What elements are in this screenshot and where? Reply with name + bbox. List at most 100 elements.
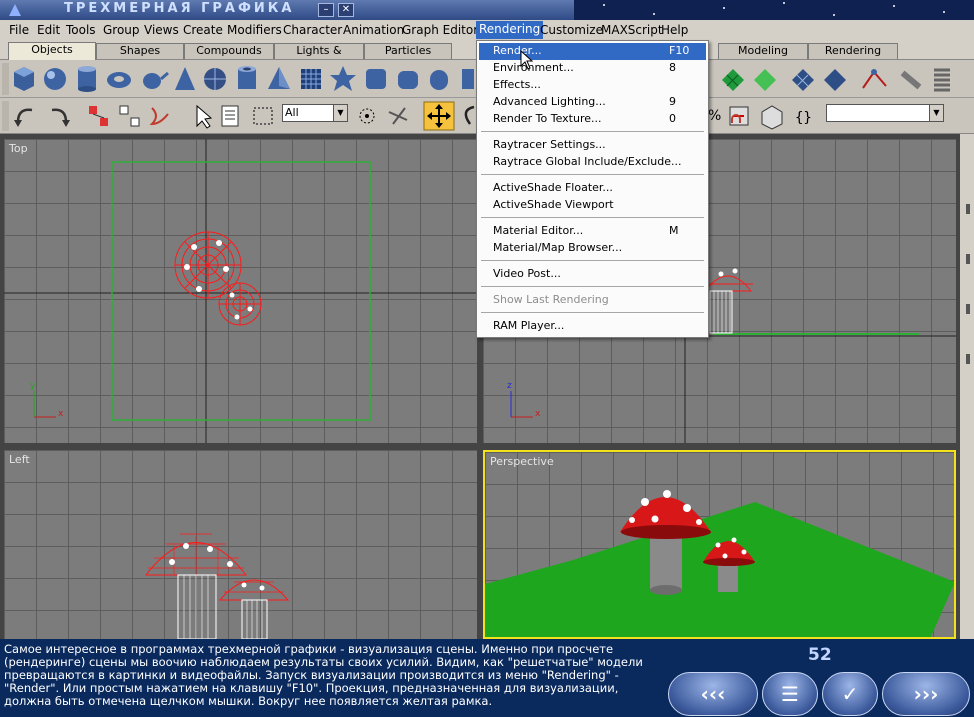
bind-space-warp-icon[interactable] bbox=[149, 107, 169, 126]
axis-z-label: z bbox=[507, 381, 512, 391]
menu-tools[interactable]: Tools bbox=[66, 23, 96, 37]
teapot-icon[interactable] bbox=[143, 71, 169, 89]
mushroom-wireframe-side[interactable] bbox=[144, 533, 290, 639]
pyramid-icon[interactable] bbox=[268, 67, 290, 89]
cone-icon[interactable] bbox=[175, 67, 195, 90]
select-and-link-icon[interactable] bbox=[388, 107, 408, 125]
select-icon[interactable] bbox=[196, 104, 213, 129]
menu-item-advanced-lighting[interactable]: Advanced Lighting... 9 bbox=[479, 94, 706, 111]
lattice-2-icon[interactable] bbox=[824, 69, 846, 91]
mushroom-wireframe-front[interactable] bbox=[703, 268, 753, 334]
axis-tripod bbox=[510, 391, 533, 418]
menu-edit[interactable]: Edit bbox=[37, 23, 60, 37]
torus-icon[interactable] bbox=[107, 72, 131, 88]
window-crossing-icon[interactable] bbox=[359, 108, 375, 124]
chamfer-cylinder-icon[interactable] bbox=[398, 71, 418, 89]
axis-x-label: x bbox=[58, 409, 64, 419]
select-by-name-icon[interactable] bbox=[221, 105, 239, 127]
bone-icon[interactable] bbox=[862, 69, 887, 89]
sphere-icon[interactable] bbox=[44, 68, 66, 90]
menu-item-environment[interactable]: Environment... 8 bbox=[479, 60, 706, 77]
menu-customize[interactable]: Customize bbox=[540, 23, 603, 37]
redo-icon[interactable] bbox=[51, 108, 70, 127]
menu-item-ram-player[interactable]: RAM Player... bbox=[479, 318, 706, 335]
menu-separator bbox=[481, 174, 704, 175]
geosphere-icon[interactable] bbox=[204, 68, 226, 90]
green-grid-icon[interactable] bbox=[722, 69, 744, 91]
viewport-perspective[interactable]: Perspective bbox=[483, 450, 956, 639]
selection-filter-dropdown[interactable]: All ▼ bbox=[282, 104, 348, 122]
menu-modifiers[interactable]: Modifiers bbox=[227, 23, 282, 37]
minimize-button[interactable]: – bbox=[318, 3, 334, 17]
lattice-icon[interactable] bbox=[792, 69, 814, 91]
menu-graph-editors[interactable]: Graph Editors bbox=[402, 23, 484, 37]
snap-percent-icon[interactable]: % bbox=[708, 108, 721, 124]
named-selection-dropdown[interactable]: ▼ bbox=[826, 104, 944, 122]
menu-item-render[interactable]: Render... F10 bbox=[479, 43, 706, 60]
tab-modeling[interactable]: Modeling bbox=[718, 43, 808, 59]
tab-rendering[interactable]: Rendering bbox=[808, 43, 898, 59]
tutorial-description: Самое интересное в программах трехмерной… bbox=[0, 639, 650, 717]
link-icon[interactable] bbox=[89, 106, 108, 126]
mouse-cursor-icon bbox=[520, 49, 534, 70]
unlink-icon[interactable] bbox=[119, 105, 140, 127]
menu-views[interactable]: Views bbox=[144, 23, 179, 37]
tab-lights-cameras[interactable]: Lights & Cameras bbox=[274, 43, 364, 71]
green-grid-2-icon[interactable] bbox=[754, 69, 776, 91]
mirror-braces-icon[interactable]: {} bbox=[795, 110, 812, 126]
menu-item-material-map-browser[interactable]: Material/Map Browser... bbox=[479, 240, 706, 257]
menu-separator bbox=[481, 217, 704, 218]
menu-item-raytrace-include-exclude[interactable]: Raytrace Global Include/Exclude... bbox=[479, 154, 706, 171]
wrench-icon[interactable] bbox=[900, 70, 922, 90]
rendering-dropdown-menu: Render... F10 Environment... 8 Effects... … bbox=[476, 40, 709, 338]
box-icon[interactable] bbox=[14, 67, 34, 91]
hedra-icon[interactable] bbox=[330, 66, 356, 91]
menu-item-material-editor[interactable]: Material Editor... M bbox=[479, 223, 706, 240]
prev-page-button[interactable]: ‹‹‹ bbox=[668, 672, 758, 716]
spindle-icon[interactable] bbox=[462, 69, 474, 89]
app-logo-icon bbox=[8, 3, 22, 17]
menu-item-activeshade-floater[interactable]: ActiveShade Floater... bbox=[479, 180, 706, 197]
edit-named-selection-icon[interactable] bbox=[761, 105, 783, 130]
menu-rendering[interactable]: Rendering bbox=[476, 21, 544, 39]
oil-tank-icon[interactable] bbox=[430, 70, 448, 90]
next-page-button[interactable]: ››› bbox=[882, 672, 970, 716]
menu-item-effects[interactable]: Effects... bbox=[479, 77, 706, 94]
menu-separator bbox=[481, 260, 704, 261]
page-number: 52 bbox=[808, 645, 832, 665]
tab-particles[interactable]: Particles bbox=[364, 43, 452, 59]
move-icon[interactable] bbox=[423, 101, 455, 131]
svg-text:{}: {} bbox=[795, 110, 812, 126]
menu-separator bbox=[481, 286, 704, 287]
plane-icon[interactable] bbox=[301, 69, 321, 89]
menu-animation[interactable]: Animation bbox=[343, 23, 404, 37]
tab-compounds[interactable]: Compounds bbox=[184, 43, 274, 59]
menu-group[interactable]: Group bbox=[103, 23, 140, 37]
menu-item-activeshade-viewport[interactable]: ActiveShade Viewport bbox=[479, 197, 706, 214]
viewport-top[interactable]: Top y x bbox=[4, 139, 477, 443]
mushroom-cap-wireframe[interactable] bbox=[174, 231, 262, 326]
menu-item-video-post[interactable]: Video Post... bbox=[479, 266, 706, 283]
tube-icon[interactable] bbox=[238, 66, 256, 89]
menu-create[interactable]: Create bbox=[183, 23, 223, 37]
spring-icon[interactable] bbox=[934, 68, 950, 92]
close-button[interactable]: ✕ bbox=[338, 3, 354, 17]
menu-separator bbox=[481, 312, 704, 313]
selection-filter-value: All bbox=[285, 106, 299, 119]
contents-button[interactable]: ☰ bbox=[762, 672, 818, 716]
rotate-icon[interactable] bbox=[464, 105, 475, 125]
tab-objects[interactable]: Objects bbox=[8, 42, 96, 60]
check-button[interactable]: ✓ bbox=[822, 672, 878, 716]
menu-character[interactable]: Character bbox=[283, 23, 342, 37]
undo-icon[interactable] bbox=[14, 108, 33, 127]
menu-help[interactable]: Help bbox=[661, 23, 688, 37]
viewport-left[interactable]: Left bbox=[4, 450, 477, 639]
menu-item-render-to-texture[interactable]: Render To Texture... 0 bbox=[479, 111, 706, 128]
tab-shapes[interactable]: Shapes bbox=[96, 43, 184, 59]
rect-selection-icon[interactable] bbox=[253, 107, 273, 125]
cylinder-icon[interactable] bbox=[78, 66, 96, 92]
chamfer-box-icon[interactable] bbox=[366, 69, 386, 89]
menu-file[interactable]: File bbox=[9, 23, 29, 37]
menu-item-raytracer-settings[interactable]: Raytracer Settings... bbox=[479, 137, 706, 154]
menu-maxscript[interactable]: MAXScript bbox=[601, 23, 663, 37]
